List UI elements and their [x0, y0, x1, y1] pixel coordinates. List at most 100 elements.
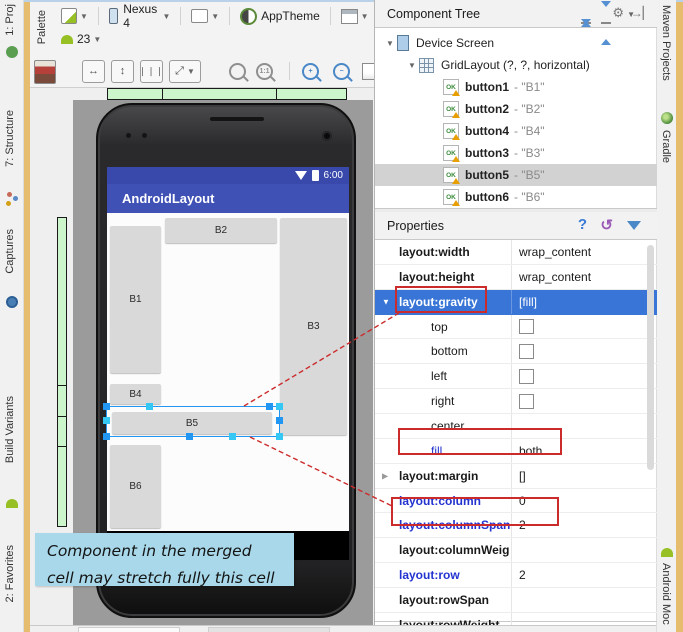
property-value[interactable]: []	[511, 463, 657, 488]
checkbox-left[interactable]	[519, 368, 534, 384]
grid-row-header-3[interactable]	[57, 416, 67, 447]
checkbox-right[interactable]	[519, 393, 534, 409]
property-value[interactable]: 2	[511, 563, 657, 588]
palette-icon[interactable]	[34, 60, 56, 84]
columns-icon[interactable]: ❘❘❘	[139, 59, 163, 83]
reset-icon[interactable]: ↺	[600, 216, 613, 234]
button-b4[interactable]: B4	[110, 384, 161, 404]
expand-to-fit-icon[interactable]: ⤢ ▼	[169, 59, 201, 83]
build-variants-android-icon[interactable]	[6, 499, 18, 508]
grid-column-header-3[interactable]	[276, 88, 347, 100]
zoom-fit-icon[interactable]	[229, 62, 246, 80]
help-icon[interactable]: ?	[578, 216, 587, 233]
zoom-out-icon[interactable]: −	[333, 62, 350, 80]
grid-row-header-2[interactable]	[57, 385, 67, 417]
annotation-box-gravity	[395, 286, 487, 313]
button-b1[interactable]: B1	[110, 226, 161, 373]
tree-node-gridlayout[interactable]: ▼ GridLayout (?, ?, horizontal)	[375, 54, 657, 76]
wifi-icon	[294, 171, 307, 180]
status-time: 6:00	[323, 170, 343, 181]
selection-handle[interactable]	[276, 417, 283, 424]
sidebar-tab-gradle[interactable]: Gradle	[660, 130, 672, 163]
tree-node-label: Device Screen	[416, 36, 495, 50]
selection-handle[interactable]	[276, 433, 283, 440]
captures-icon[interactable]	[6, 296, 18, 308]
property-value[interactable]: wrap_content	[511, 264, 657, 289]
collapse-arrow-icon[interactable]: ▼	[383, 39, 397, 48]
property-row-layout-width[interactable]: layout:width wrap_content	[375, 240, 657, 265]
button-b3[interactable]: B3	[280, 218, 347, 435]
activity-button[interactable]: ▼	[338, 7, 372, 26]
checkbox-bottom[interactable]	[519, 343, 534, 359]
sidebar-tab-favorites[interactable]: 2: Favorites	[4, 545, 16, 602]
checkbox-top[interactable]	[519, 319, 534, 334]
tooltip-line-1: Component in the merged	[47, 542, 252, 560]
property-row-gravity-left[interactable]: left	[375, 364, 657, 390]
tree-node-button5-selected[interactable]: OK button5 - "B5"	[375, 164, 657, 186]
property-value[interactable]	[511, 538, 657, 563]
button-b6[interactable]: B6	[110, 445, 161, 528]
structure-icon[interactable]	[7, 192, 12, 197]
property-row-gravity-bottom[interactable]: bottom	[375, 339, 657, 365]
grid-column-header-2[interactable]	[162, 88, 277, 100]
grid-row-header-4[interactable]	[57, 446, 67, 527]
sidebar-tab-build-variants[interactable]: Build Variants	[4, 396, 16, 463]
tree-node-button4[interactable]: OK button4 - "B4"	[375, 120, 657, 142]
selection-handle[interactable]	[229, 433, 236, 440]
sidebar-tab-captures[interactable]: Captures	[4, 229, 16, 274]
property-value[interactable]: [fill]	[511, 289, 657, 314]
button-b2[interactable]: B2	[165, 218, 277, 243]
zoom-actual-icon[interactable]: 1:1	[256, 62, 273, 80]
sidebar-tab-structure[interactable]: 7: Structure	[4, 110, 16, 167]
selection-handle[interactable]	[103, 417, 110, 424]
filter-icon[interactable]	[627, 221, 641, 230]
property-value[interactable]: wrap_content	[511, 240, 657, 264]
selection-rectangle[interactable]	[106, 406, 280, 437]
device-selector[interactable]: Nexus 4 ▼	[106, 0, 174, 32]
expand-vertical-icon[interactable]: ↕	[111, 59, 134, 83]
property-row-layout-row[interactable]: layout:row 2	[375, 563, 657, 589]
gradle-icon[interactable]	[661, 112, 673, 124]
property-row-layout-rowspan[interactable]: layout:rowSpan	[375, 588, 657, 613]
selection-handle[interactable]	[266, 403, 273, 410]
design-surface-button[interactable]: ▼	[58, 6, 91, 26]
property-row-layout-columnweight[interactable]: layout:columnWeig	[375, 538, 657, 564]
selection-handle[interactable]	[186, 433, 193, 440]
expand-horizontal-icon[interactable]: ↔	[82, 59, 105, 83]
tree-node-button1[interactable]: OK button1 - "B1"	[375, 76, 657, 98]
expand-arrow-icon[interactable]: ▼	[382, 297, 390, 306]
grid-column-header-1[interactable]	[107, 88, 163, 100]
property-label: layout:margin	[399, 468, 479, 483]
selection-handle[interactable]	[146, 403, 153, 410]
property-value	[511, 364, 657, 389]
zoom-in-icon[interactable]: +	[302, 62, 319, 80]
property-row-layout-margin[interactable]: ▶ layout:margin []	[375, 463, 657, 489]
statusbar-tab[interactable]	[208, 627, 330, 632]
android-monitor-icon[interactable]	[661, 548, 673, 557]
orientation-button[interactable]: ▼	[188, 7, 222, 25]
tree-node-button2[interactable]: OK button2 - "B2"	[375, 98, 657, 120]
tree-node-device-screen[interactable]: ▼ Device Screen	[375, 32, 657, 54]
tree-node-button3[interactable]: OK button3 - "B3"	[375, 142, 657, 164]
property-row-gravity-right[interactable]: right	[375, 389, 657, 415]
sidebar-tab-android[interactable]: Android Moc	[660, 563, 672, 625]
tree-node-button6[interactable]: OK button6 - "B6"	[375, 186, 657, 208]
selection-handle[interactable]	[276, 403, 283, 410]
sidebar-tab-maven[interactable]: Maven Projects	[660, 5, 672, 81]
collapse-arrow-icon[interactable]: ▼	[405, 61, 419, 70]
grid-row-header-1[interactable]	[57, 217, 67, 386]
selection-handle[interactable]	[103, 433, 110, 440]
hide-panel-icon[interactable]: →▏	[631, 6, 652, 20]
project-icon[interactable]	[6, 46, 18, 58]
selection-handle[interactable]	[103, 403, 110, 410]
statusbar-tab[interactable]	[78, 627, 180, 632]
collapsed-arrow-icon[interactable]: ▶	[382, 471, 388, 480]
property-value[interactable]	[511, 588, 657, 612]
tree-node-label: GridLayout (?, ?, horizontal)	[441, 58, 590, 72]
api-level-selector[interactable]: 23 ▼	[58, 30, 104, 48]
palette-tab[interactable]: Palette	[36, 10, 48, 44]
theme-button[interactable]: AppTheme	[237, 6, 323, 27]
properties-scrollbar[interactable]	[647, 245, 654, 470]
property-row-gravity-top[interactable]: top	[375, 314, 657, 340]
sidebar-tab-project[interactable]: 1: Proj	[4, 4, 16, 36]
